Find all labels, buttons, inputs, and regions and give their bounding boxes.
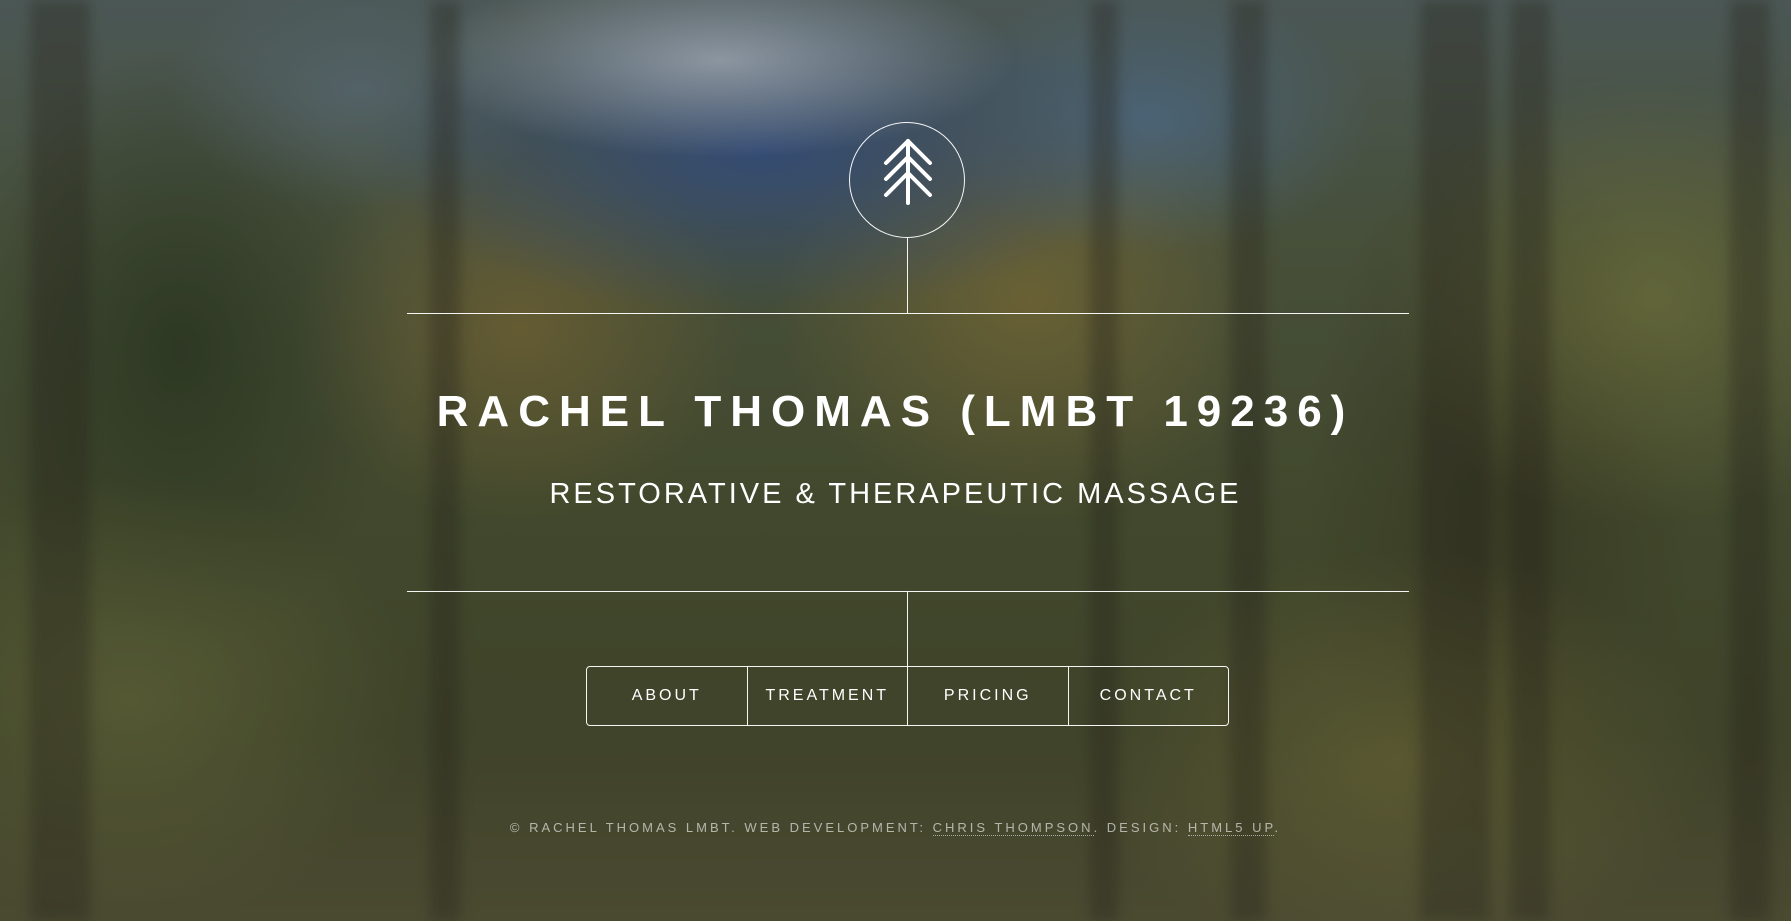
tree-icon [884,139,932,205]
design-link[interactable]: HTML5 UP [1187,820,1275,836]
footer-end: . [1274,820,1282,835]
logo-connector-line [907,238,908,314]
nav-pricing[interactable]: PRICING [907,667,1068,725]
main-nav: ABOUT TREATMENT PRICING CONTACT [586,666,1229,726]
bottom-divider [407,591,1409,592]
page-subtitle: RESTORATIVE & THERAPEUTIC MASSAGE [549,478,1242,510]
nav-treatment[interactable]: TREATMENT [746,667,908,725]
footer: © RACHEL THOMAS LMBT. WEB DEVELOPMENT: C… [0,820,1791,836]
nav-contact[interactable]: CONTACT [1067,667,1229,725]
nav-connector-line [907,591,908,667]
page-title: RACHEL THOMAS (LMBT 19236) [436,387,1355,436]
footer-copyright: © RACHEL THOMAS LMBT. WEB DEVELOPMENT: [509,820,933,835]
developer-link[interactable]: CHRIS THOMPSON [932,820,1094,836]
logo [849,122,965,238]
header: RACHEL THOMAS (LMBT 19236) RESTORATIVE &… [0,0,1791,921]
footer-separator: . DESIGN: [1093,820,1188,835]
top-divider [407,313,1409,314]
nav-about[interactable]: ABOUT [587,667,747,725]
